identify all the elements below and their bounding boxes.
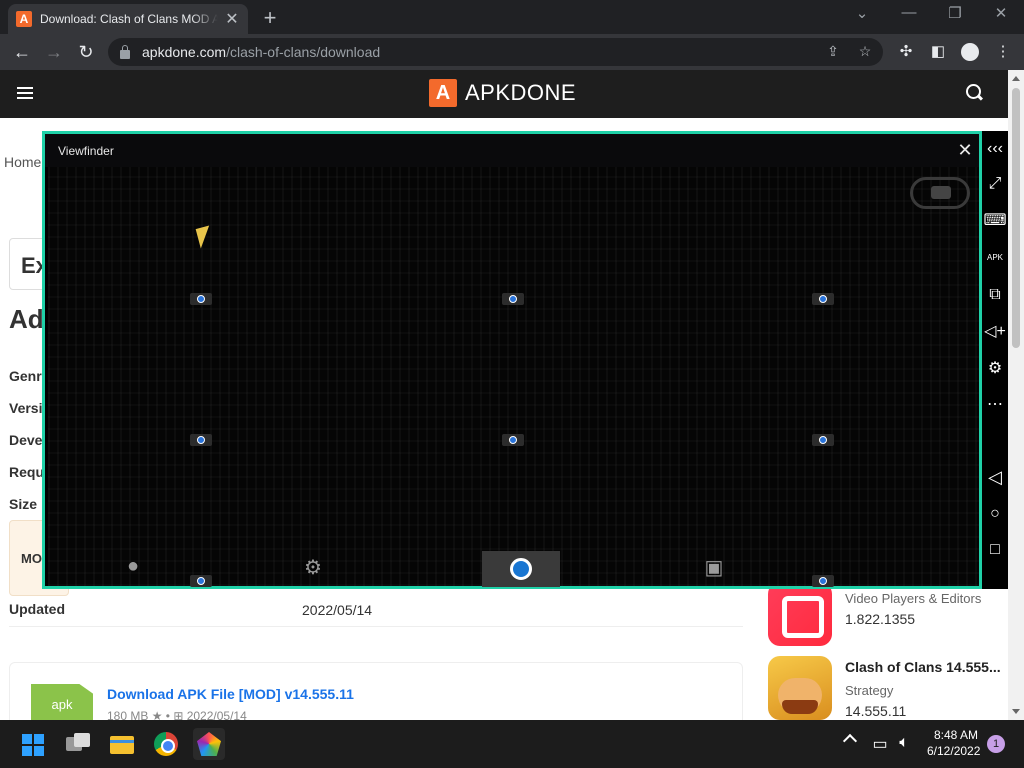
divider	[9, 626, 743, 627]
filters-icon[interactable]: ●	[120, 555, 146, 581]
feed-artifact	[812, 434, 834, 446]
feed-artifact	[502, 434, 524, 446]
close-icon[interactable]: ✕	[955, 140, 975, 161]
clock-time[interactable]: 8:48 AM	[934, 728, 978, 742]
apk-install-icon[interactable]: APK	[982, 245, 1008, 271]
back-icon[interactable]: ◁	[982, 464, 1008, 490]
lock-icon	[120, 44, 130, 59]
search-icon[interactable]	[966, 84, 984, 102]
updated-label: Updated	[9, 601, 65, 617]
tab-title: Download: Clash of Clans MOD APK	[40, 12, 218, 26]
site-header: A APKDONE	[0, 70, 1008, 118]
info-row-developer: Deve	[9, 432, 43, 448]
emulator-side-toolbar: ‹‹‹ ⤢ ⌨ APK ⧉ ◁+ ⚙ ⋯ ◁ ○ □	[982, 131, 1008, 589]
browser-menu-icon[interactable]: ⋮	[993, 42, 1013, 62]
collapse-icon[interactable]: ‹‹‹	[982, 136, 1008, 162]
url-host: apkdone.com	[142, 44, 227, 60]
sidebar-app-version: 1.822.1355	[845, 611, 916, 627]
scroll-down-arrow[interactable]	[1012, 709, 1020, 714]
viewfinder-title: Viewfinder	[58, 144, 114, 158]
feed-artifact	[812, 575, 834, 587]
feed-artifact	[812, 293, 834, 305]
scroll-thumb[interactable]	[1012, 88, 1020, 348]
sidebar-app-category: Video Players & Editors	[845, 591, 982, 606]
bookmark-star-icon[interactable]: ☆	[856, 43, 874, 61]
shutter-button[interactable]	[482, 551, 560, 587]
breadcrumb[interactable]: Home	[4, 154, 41, 170]
logo-mark: A	[429, 79, 457, 107]
page-scrollbar[interactable]	[1008, 70, 1024, 720]
inshot-app-icon	[768, 582, 832, 646]
sidebar-app-version: 14.555.11	[845, 703, 907, 719]
switch-camera-icon[interactable]	[910, 177, 970, 209]
keyboard-icon[interactable]: ⌨	[982, 208, 1008, 234]
emulator-app-icon[interactable]	[193, 728, 225, 760]
volume-icon[interactable]: ◁+	[982, 319, 1008, 345]
info-row-genre: Genr	[9, 368, 42, 384]
sidebar-app-category: Strategy	[845, 683, 894, 698]
file-explorer-icon[interactable]	[106, 728, 138, 760]
new-tab-button[interactable]: +	[258, 5, 282, 31]
viewfinder-titlebar: Viewfinder ✕	[45, 134, 979, 167]
info-row-requires: Requ	[9, 464, 44, 480]
camera-feed[interactable]: ● ⚙ ▣	[48, 167, 979, 587]
browser-toolbar: ← → ↻ apkdone.com/clash-of-clans/downloa…	[0, 34, 1024, 70]
tab-close-icon[interactable]: ✕	[224, 9, 240, 29]
share-icon[interactable]: ⇪	[824, 43, 842, 61]
feed-artifact	[190, 575, 212, 587]
reload-button[interactable]: ↻	[74, 40, 98, 64]
url-path: /clash-of-clans/download	[226, 44, 381, 60]
browser-tab-strip: A Download: Clash of Clans MOD APK ✕ + ⌄…	[0, 0, 1024, 34]
app-details-heading: Ad	[9, 304, 44, 334]
camera-settings-icon[interactable]: ⚙	[300, 555, 326, 581]
info-row-size: Size	[9, 496, 38, 512]
apk-file-icon: apk	[31, 684, 93, 724]
browser-tab[interactable]: A Download: Clash of Clans MOD APK ✕	[8, 4, 248, 34]
notification-badge[interactable]: 1	[987, 735, 1005, 753]
network-icon[interactable]: ▭	[870, 734, 890, 754]
more-icon[interactable]: ⋯	[982, 392, 1008, 418]
chrome-icon[interactable]	[150, 728, 182, 760]
menu-icon[interactable]	[17, 87, 33, 99]
clash-of-clans-app-icon	[768, 656, 832, 720]
sidebar-app-title: Clash of Clans 14.555...	[845, 659, 1001, 675]
home-icon[interactable]: ○	[982, 501, 1008, 527]
tab-search-icon[interactable]: ⌄	[847, 4, 877, 22]
feed-artifact	[190, 434, 212, 446]
forward-button[interactable]: →	[42, 40, 66, 64]
restore-button[interactable]: ❐	[940, 4, 970, 22]
recents-icon[interactable]: □	[982, 537, 1008, 563]
address-bar[interactable]: apkdone.com/clash-of-clans/download ⇪ ☆	[108, 38, 883, 66]
volume-tray-icon[interactable]: 🔈︎	[894, 734, 914, 752]
scroll-up-arrow[interactable]	[1012, 76, 1020, 81]
multi-instance-icon[interactable]: ⧉	[982, 282, 1008, 308]
settings-icon[interactable]: ⚙	[982, 356, 1008, 382]
back-button[interactable]: ←	[10, 40, 34, 64]
updated-value: 2022/05/14	[302, 602, 373, 618]
mouse-cursor-icon	[195, 225, 215, 249]
apkdone-favicon-icon: A	[16, 11, 32, 27]
info-row-version: Versi	[9, 400, 43, 416]
start-button-icon[interactable]	[18, 728, 50, 760]
clock-date[interactable]: 6/12/2022	[927, 744, 980, 758]
profile-avatar[interactable]	[961, 43, 979, 61]
download-apk-link[interactable]: Download APK File [MOD] v14.555.11	[107, 686, 354, 702]
mod-label: MO	[21, 551, 42, 566]
close-window-button[interactable]: ✕	[986, 4, 1016, 22]
site-logo[interactable]: A APKDONE	[429, 79, 576, 107]
emulator-window: Viewfinder ✕ ● ⚙ ▣	[42, 131, 982, 589]
task-view-icon[interactable]	[62, 728, 94, 760]
side-panel-icon[interactable]: ◧	[928, 42, 948, 62]
video-mode-icon[interactable]: ▣	[701, 555, 727, 581]
extensions-icon[interactable]: ✣	[896, 42, 916, 62]
logo-text: APKDONE	[465, 80, 577, 105]
minimize-button[interactable]: —	[894, 4, 924, 21]
feed-artifact	[190, 293, 212, 305]
fullscreen-icon[interactable]: ⤢	[982, 171, 1008, 197]
feed-artifact	[502, 293, 524, 305]
